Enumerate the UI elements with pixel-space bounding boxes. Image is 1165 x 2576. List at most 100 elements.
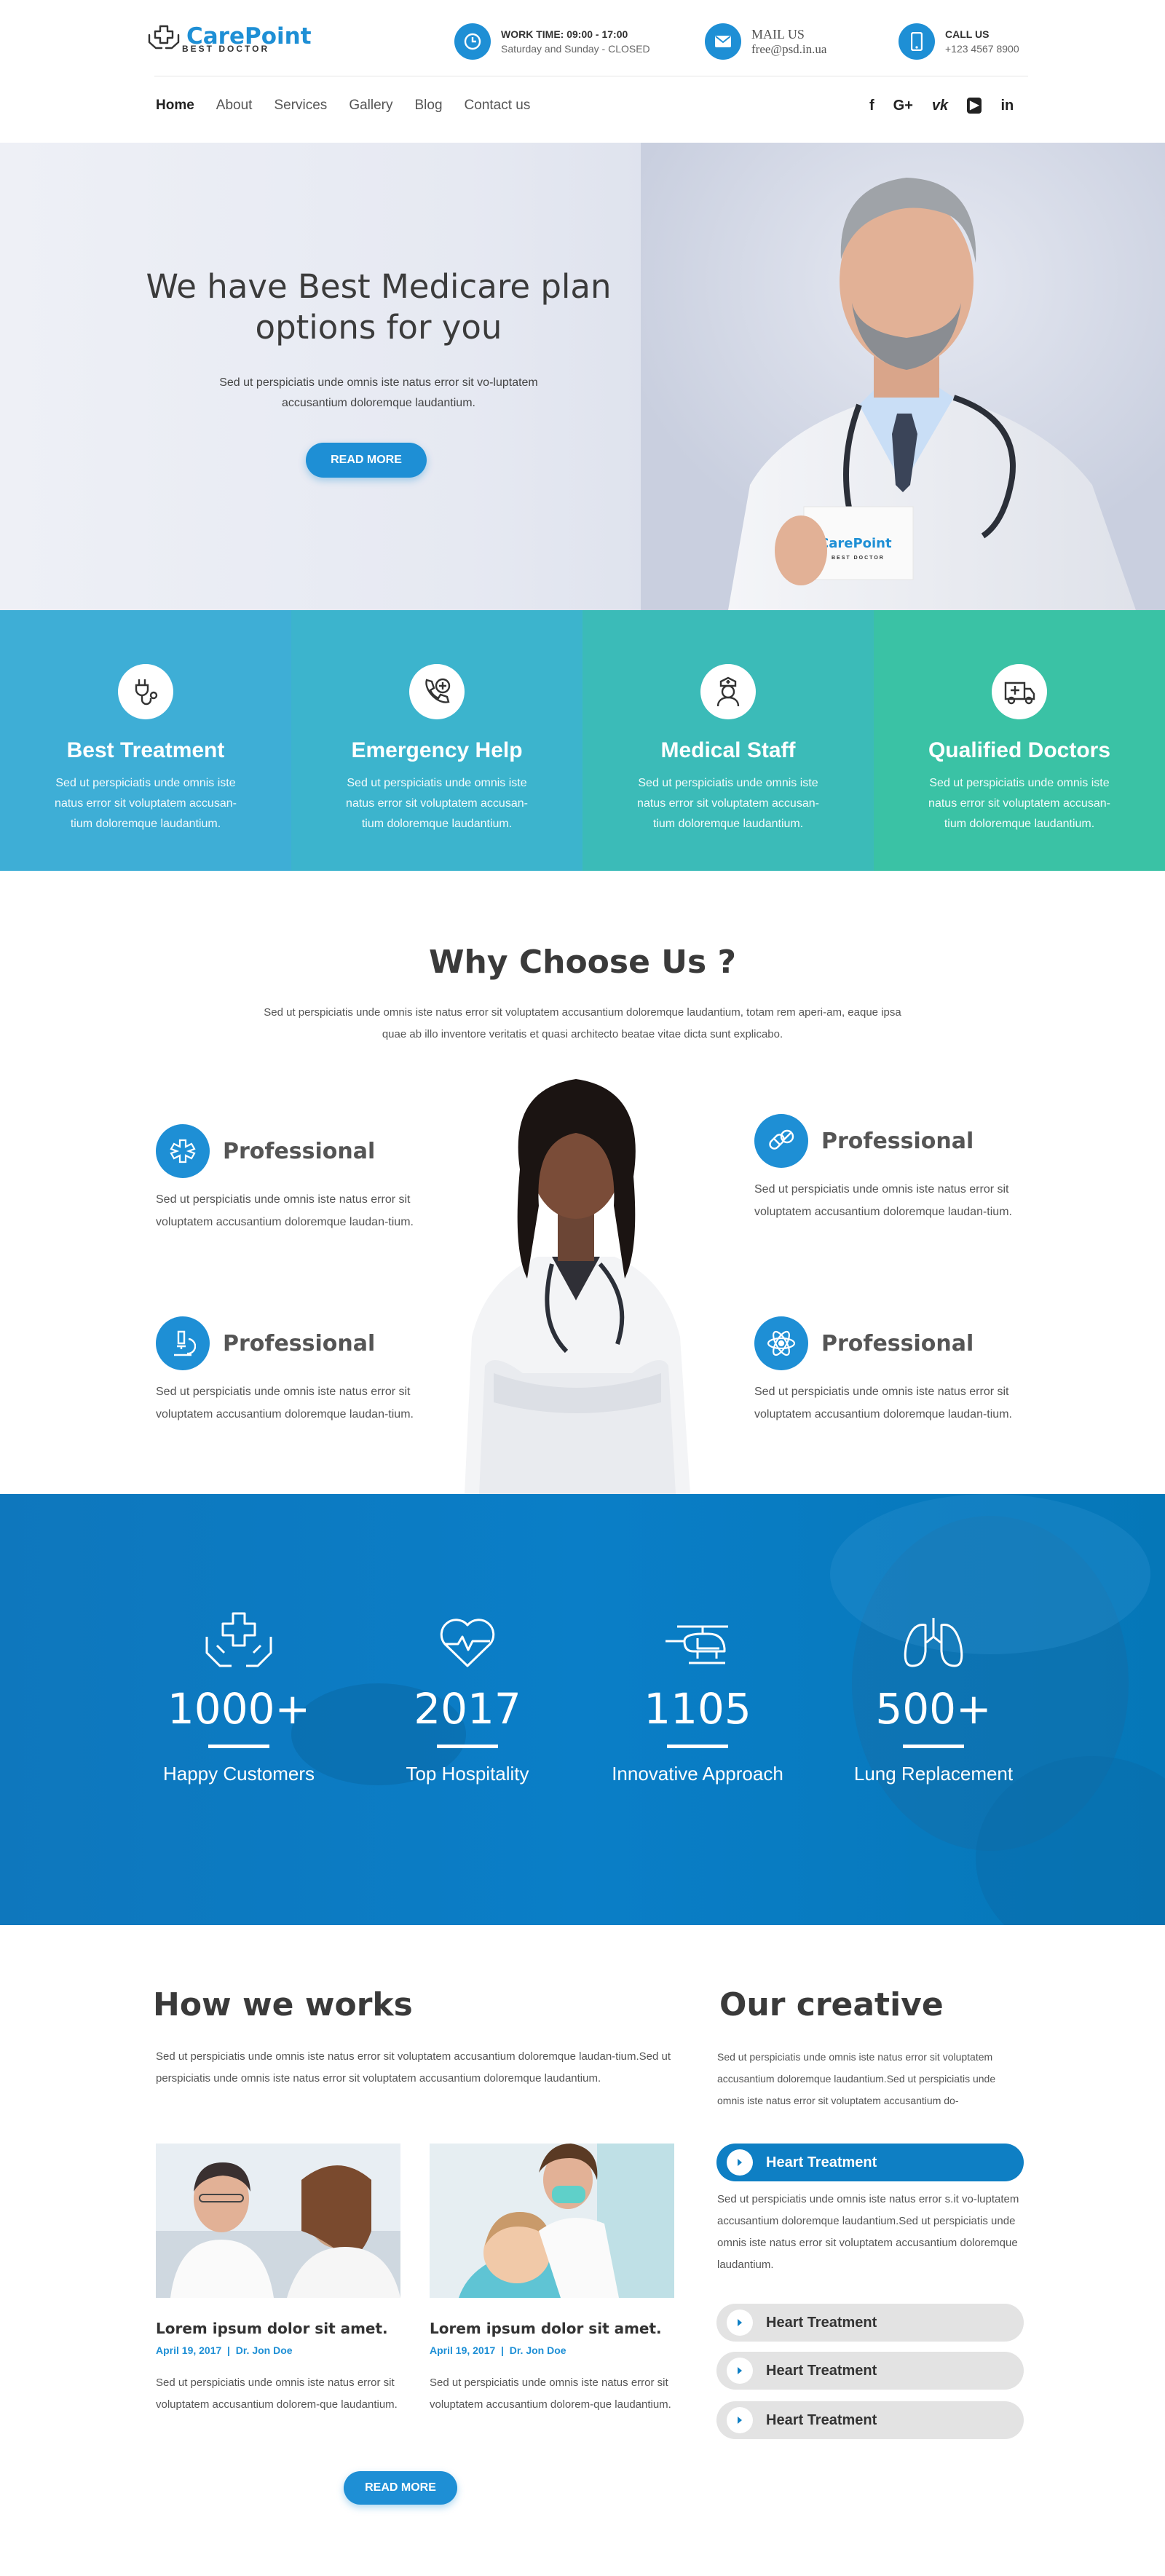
plug-stethoscope-icon: [118, 664, 173, 719]
youtube-icon[interactable]: ▶: [967, 98, 982, 114]
ambulance-icon: [992, 664, 1047, 719]
social-links: f G+ vk ▶ in: [869, 98, 1014, 114]
work-time-info: WORK TIME: 09:00 - 17:00 Saturday and Sun…: [454, 23, 650, 60]
mail-address[interactable]: free@psd.in.ua: [751, 42, 826, 57]
google-plus-icon[interactable]: G+: [893, 98, 913, 114]
why-item: Professional Sed ut perspiciatis unde om…: [156, 1124, 433, 1233]
post-image[interactable]: [156, 2144, 400, 2298]
medical-star-icon: [156, 1124, 210, 1178]
stat-underline: [903, 1745, 964, 1748]
mail-title: MAIL US: [751, 26, 805, 42]
feature-text: Sed ut perspiciatis unde omnis iste natu…: [637, 777, 819, 830]
call-info[interactable]: CALL US +123 4567 8900: [899, 23, 1019, 60]
stat-label: Innovative Approach: [612, 1763, 783, 1785]
female-doctor-photo: [465, 1079, 690, 1494]
feature-title: Qualified Doctors: [928, 738, 1111, 762]
phone-icon: [899, 23, 935, 60]
feature-card[interactable]: Medical Staff Sed ut perspiciatis unde o…: [582, 610, 874, 871]
nav-item-home[interactable]: Home: [156, 98, 194, 114]
chevron-right-icon: [727, 2407, 753, 2433]
post-image[interactable]: [430, 2144, 674, 2298]
stat-number: 1000+: [167, 1684, 311, 1734]
blog-post-card[interactable]: Lorem ipsum dolor sit amet. April 19, 20…: [430, 2144, 674, 2416]
accordion-item[interactable]: Heart Treatment: [716, 2401, 1024, 2439]
nav-item-about[interactable]: About: [216, 98, 253, 114]
stat-label: Top Hospitality: [406, 1763, 529, 1785]
nurse-icon: [700, 664, 756, 719]
accordion-item-open[interactable]: Heart Treatment: [716, 2144, 1024, 2181]
accordion-item[interactable]: Heart Treatment: [716, 2352, 1024, 2390]
call-number[interactable]: +123 4567 8900: [945, 43, 1019, 55]
accordion-label: Heart Treatment: [766, 2154, 877, 2170]
business-card-tagline: BEST DOCTOR: [832, 556, 885, 561]
envelope-icon: [705, 23, 741, 60]
stat-item: 500+ Lung Replacement: [832, 1609, 1035, 1785]
why-item-title: Professional: [821, 1330, 974, 1356]
why-choose-title: Why Choose Us ?: [428, 944, 737, 981]
accordion-label: Heart Treatment: [766, 2411, 877, 2428]
blog-post-card[interactable]: Lorem ipsum dolor sit amet. April 19, 20…: [156, 2144, 400, 2416]
mail-info[interactable]: MAIL US free@psd.in.ua: [705, 23, 826, 60]
vk-icon[interactable]: vk: [932, 98, 948, 114]
hero-read-more-button[interactable]: READ MORE: [306, 443, 427, 478]
post-meta: April 19, 2017 | Dr. Jon Doe: [430, 2344, 566, 2356]
nav-item-services[interactable]: Services: [274, 98, 327, 114]
post-date: April 19, 2017: [156, 2344, 222, 2356]
chevron-right-icon: [727, 2310, 753, 2336]
accordion-label: Heart Treatment: [766, 2362, 877, 2379]
post-excerpt: Sed ut perspiciatis unde omnis iste natu…: [156, 2377, 398, 2411]
why-item: Professional Sed ut perspiciatis unde om…: [754, 1316, 1031, 1426]
nav-item-contact[interactable]: Contact us: [465, 98, 531, 114]
accordion-label: Heart Treatment: [766, 2314, 877, 2331]
nav-item-gallery[interactable]: Gallery: [349, 98, 392, 114]
our-creative-text: Sed ut perspiciatis unde omnis iste natu…: [717, 2051, 996, 2106]
hero-banner: CarePoint BEST DOCTOR We have Best Medic…: [0, 143, 1165, 610]
helicopter-icon: [596, 1609, 799, 1669]
stat-underline: [437, 1745, 498, 1748]
why-item-title: Professional: [223, 1138, 376, 1164]
how-we-works-text: Sed ut perspiciatis unde omnis iste natu…: [156, 2050, 671, 2085]
stat-number: 2017: [414, 1684, 521, 1734]
feature-title: Medical Staff: [660, 738, 796, 762]
work-time-detail: Saturday and Sunday - CLOSED: [501, 43, 650, 55]
stat-number: 1105: [644, 1684, 751, 1734]
stat-underline: [667, 1745, 728, 1748]
stat-item: 1000+ Happy Customers: [137, 1609, 341, 1785]
chevron-right-icon: [727, 2149, 753, 2176]
why-item: Professional Sed ut perspiciatis unde om…: [754, 1114, 1031, 1223]
feature-text: Sed ut perspiciatis unde omnis iste natu…: [928, 777, 1110, 830]
how-read-more-button[interactable]: READ MORE: [344, 2471, 457, 2505]
stat-number: 500+: [875, 1684, 992, 1734]
feature-title: Best Treatment: [66, 738, 225, 762]
post-excerpt: Sed ut perspiciatis unde omnis iste natu…: [430, 2377, 671, 2411]
post-title[interactable]: Lorem ipsum dolor sit amet.: [156, 2320, 400, 2337]
business-card-brand: CarePoint: [819, 536, 892, 551]
linkedin-icon[interactable]: in: [1000, 98, 1014, 114]
atom-icon: [754, 1316, 808, 1370]
why-item-text: Sed ut perspiciatis unde omnis iste natu…: [156, 1193, 414, 1228]
work-time-title: WORK TIME: 09:00 - 17:00: [501, 28, 628, 40]
feature-card[interactable]: Best Treatment Sed ut perspiciatis unde …: [0, 610, 291, 871]
nav-item-blog[interactable]: Blog: [415, 98, 443, 114]
post-author[interactable]: Dr. Jon Doe: [236, 2344, 293, 2356]
post-author[interactable]: Dr. Jon Doe: [510, 2344, 566, 2356]
emergency-phone-icon: [409, 664, 465, 719]
feature-title: Emergency Help: [351, 738, 523, 762]
feature-card[interactable]: Qualified Doctors Sed ut perspiciatis un…: [874, 610, 1165, 871]
post-date: April 19, 2017: [430, 2344, 496, 2356]
accordion-body: Sed ut perspiciatis unde omnis iste natu…: [717, 2193, 1019, 2271]
stats-section: 1000+ Happy Customers 2017 Top Hospitali…: [0, 1494, 1165, 1925]
how-we-works-title: How we works: [153, 1986, 413, 2023]
call-title: CALL US: [945, 28, 990, 40]
post-title[interactable]: Lorem ipsum dolor sit amet.: [430, 2320, 674, 2337]
hands-cross-logo-icon: [148, 25, 180, 50]
our-creative-title: Our creative: [719, 1986, 944, 2023]
why-item-text: Sed ut perspiciatis unde omnis iste natu…: [754, 1183, 1012, 1218]
facebook-icon[interactable]: f: [869, 98, 874, 114]
accordion-item[interactable]: Heart Treatment: [716, 2304, 1024, 2342]
why-item-text: Sed ut perspiciatis unde omnis iste natu…: [754, 1386, 1012, 1421]
feature-text: Sed ut perspiciatis unde omnis iste natu…: [55, 777, 237, 830]
feature-card[interactable]: Emergency Help Sed ut perspiciatis unde …: [291, 610, 582, 871]
stat-item: 1105 Innovative Approach: [596, 1609, 799, 1785]
hero-text: Sed ut perspiciatis unde omnis iste natu…: [219, 376, 538, 409]
